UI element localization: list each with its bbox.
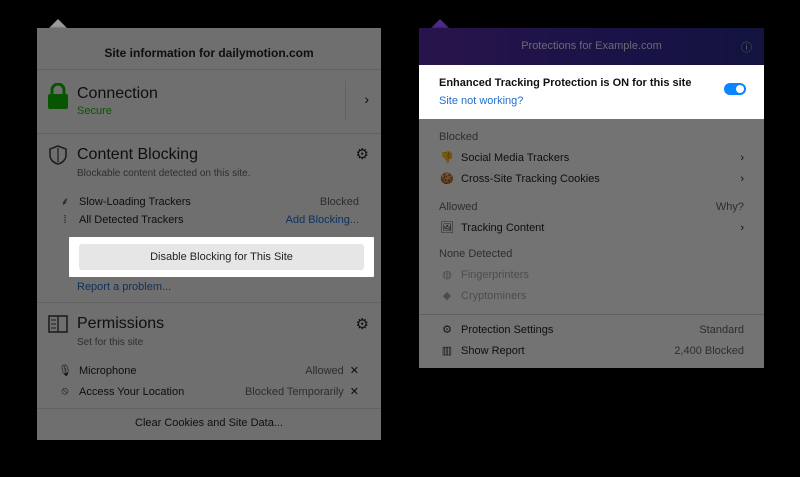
permissions-icon [48,315,68,336]
list-item: ◍ Fingerprinters [439,268,744,282]
content-blocking-subtitle: Blockable content detected on this site. [77,168,251,179]
protection-settings-row[interactable]: ⚙ Protection Settings Standard [439,323,744,337]
connection-label: Connection [77,85,158,102]
list-item: 🎙 Microphone Allowed ✕ [57,364,359,378]
report-problem-link[interactable]: Report a problem... [77,281,171,293]
list-item: ◆ Cryptominers [439,289,744,303]
why-link[interactable]: Why? [716,201,744,213]
divider [37,302,381,303]
permissions-heading: Permissions [77,315,165,332]
close-icon[interactable]: ✕ [350,364,359,377]
chevron-right-icon: › [740,172,744,185]
trackers-icon: ⸙ [60,196,70,208]
connection-row[interactable]: Connection Secure › [37,69,381,133]
microphone-icon: 🎙 [58,365,72,377]
item-label: Show Report [461,344,525,357]
fingerprint-icon: ◍ [442,269,452,281]
shield-icon [49,145,67,168]
chevron-right-icon[interactable]: › [364,91,369,107]
dim-overlay [37,237,69,277]
blocked-heading: Blocked [439,131,479,143]
divider [419,314,764,315]
item-label: Cryptominers [461,289,527,302]
list-item: ⁞ All Detected Trackers Add Blocking... [57,214,359,226]
lock-icon [47,82,69,112]
list-item[interactable]: 🍪 Cross-Site Tracking Cookies › [439,172,744,186]
disable-blocking-callout: Disable Blocking for This Site [69,237,374,277]
divider [37,408,381,409]
protections-title: Protections for Example.com [521,40,662,52]
gear-icon: ⚙ [442,324,452,336]
permissions-subtitle: Set for this site [77,337,144,348]
item-value: Standard [699,323,744,336]
chevron-right-icon: › [740,221,744,234]
panel-title: Site information for dailymotion.com [104,46,314,60]
thumbs-down-icon: 👎 [440,152,454,164]
etp-status-text: Enhanced Tracking Protection is ON for t… [439,77,692,89]
etp-status-section: Enhanced Tracking Protection is ON for t… [419,65,764,119]
footprints-icon: ⁞ [63,214,67,226]
divider [37,133,381,134]
list-item: ⦸ Access Your Location Blocked Temporari… [57,385,359,398]
list-item[interactable]: 🖼 Tracking Content › [439,221,744,235]
popup-arrow [431,19,449,28]
item-label: All Detected Trackers [79,214,184,226]
divider [345,81,346,121]
item-label: Cross-Site Tracking Cookies [461,172,600,185]
etp-toggle[interactable] [724,83,746,95]
list-item: ⸙ Slow-Loading Trackers Blocked [57,194,359,209]
site-information-panel: Site information for dailymotion.com Con… [37,28,381,440]
item-label: Microphone [79,364,137,377]
item-label: Tracking Content [461,221,545,234]
none-detected-heading: None Detected [439,248,513,260]
item-value: Allowed [305,364,344,377]
add-blocking-link[interactable]: Add Blocking... [286,214,359,226]
show-report-row[interactable]: ▥ Show Report 2,400 Blocked [439,344,744,358]
allowed-heading: Allowed [439,201,478,213]
item-label: Slow-Loading Trackers [79,195,191,208]
gear-icon[interactable]: ⚙ [356,315,369,333]
site-not-working-link[interactable]: Site not working? [439,95,523,107]
gear-icon[interactable]: ⚙ [356,145,369,163]
image-icon: 🖼 [440,222,454,234]
location-blocked-icon: ⦸ [61,385,69,397]
popup-arrow [49,19,67,28]
item-label: Fingerprinters [461,268,529,281]
connection-status: Secure [77,105,112,117]
item-value: 2,400 Blocked [674,344,744,357]
cryptominer-icon: ◆ [442,290,452,302]
protections-header: Protections for Example.com ⓘ [419,28,764,65]
item-value: Blocked Temporarily [244,385,344,398]
clear-cookies-button[interactable]: Clear Cookies and Site Data... [37,417,381,429]
dim-overlay [374,237,381,277]
info-icon[interactable]: ⓘ [741,39,752,55]
item-label: Protection Settings [461,323,554,336]
content-blocking-heading: Content Blocking [77,146,198,163]
protections-panel: Protections for Example.com ⓘ Enhanced T… [419,28,764,368]
item-label: Social Media Trackers [461,151,570,164]
item-value: Blocked [319,195,359,208]
disable-blocking-button[interactable]: Disable Blocking for This Site [79,244,364,270]
chart-icon: ▥ [441,345,453,357]
cookie-icon: 🍪 [440,173,454,185]
item-label: Access Your Location [79,385,185,398]
chevron-right-icon: › [740,151,744,164]
close-icon[interactable]: ✕ [350,385,359,398]
list-item[interactable]: 👎 Social Media Trackers › [439,151,744,165]
